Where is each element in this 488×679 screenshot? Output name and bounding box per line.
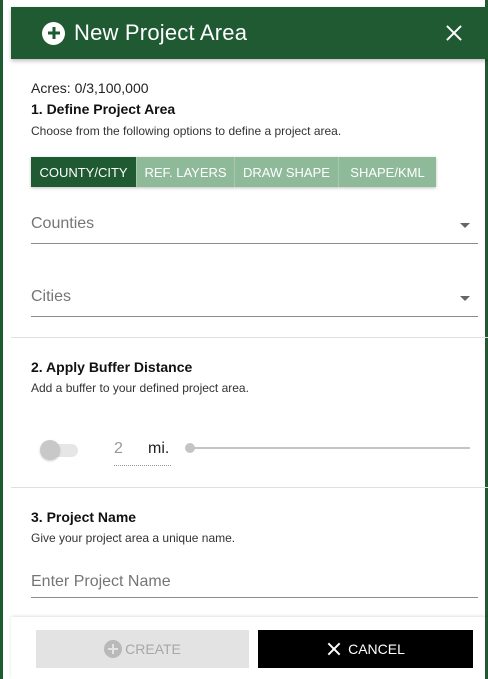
buffer-distance-slider[interactable] <box>185 441 470 455</box>
section-divider <box>11 487 488 488</box>
panel-title: New Project Area <box>74 20 248 45</box>
cities-select[interactable]: Cities <box>31 282 478 317</box>
section-2-title: 2. Apply Buffer Distance <box>31 359 193 375</box>
tab-draw-shape[interactable]: DRAW SHAPE <box>235 157 339 187</box>
buffer-distance-unit: mi. <box>148 440 170 457</box>
define-area-tabs: COUNTY/CITY REF. LAYERS DRAW SHAPE SHAPE… <box>31 157 436 187</box>
section-1-title: 1. Define Project Area <box>31 101 176 117</box>
buffer-distance-field[interactable]: 2 mi. <box>114 438 171 466</box>
slider-thumb[interactable] <box>185 443 195 453</box>
cities-select-label: Cities <box>31 288 72 305</box>
cancel-button-label: CANCEL <box>348 641 405 657</box>
buffer-toggle[interactable] <box>40 440 78 460</box>
buffer-distance-value: 2 <box>114 440 123 457</box>
counties-select[interactable]: Counties <box>31 209 478 244</box>
dropdown-caret-icon <box>460 296 470 301</box>
acres-counter: Acres: 0/3,100,000 <box>31 80 149 96</box>
tab-county-city[interactable]: COUNTY/CITY <box>31 157 137 187</box>
plus-circle-icon <box>104 640 123 658</box>
slider-track <box>186 447 470 449</box>
close-icon[interactable] <box>441 20 467 46</box>
section-divider <box>11 337 488 338</box>
counties-select-label: Counties <box>31 215 95 232</box>
tab-ref-layers[interactable]: REF. LAYERS <box>137 157 235 187</box>
panel-header: New Project Area <box>11 7 488 59</box>
cancel-button[interactable]: CANCEL <box>258 630 473 668</box>
tab-shape-kml[interactable]: SHAPE/KML <box>339 157 436 187</box>
create-button[interactable]: CREATE <box>36 630 249 668</box>
new-project-area-panel: New Project Area Acres: 0/3,100,000 1. D… <box>0 0 488 679</box>
project-name-input[interactable] <box>31 566 478 598</box>
close-icon <box>326 641 342 657</box>
section-2-description: Add a buffer to your defined project are… <box>31 381 249 395</box>
plus-circle-icon <box>42 21 65 45</box>
create-button-label: CREATE <box>125 641 181 657</box>
section-3-title: 3. Project Name <box>31 509 137 525</box>
toggle-thumb <box>40 440 60 460</box>
panel-footer: CREATE CANCEL <box>11 617 488 679</box>
section-3-description: Give your project area a unique name. <box>31 531 236 545</box>
dropdown-caret-icon <box>460 223 470 228</box>
section-1-description: Choose from the following options to def… <box>31 124 342 138</box>
